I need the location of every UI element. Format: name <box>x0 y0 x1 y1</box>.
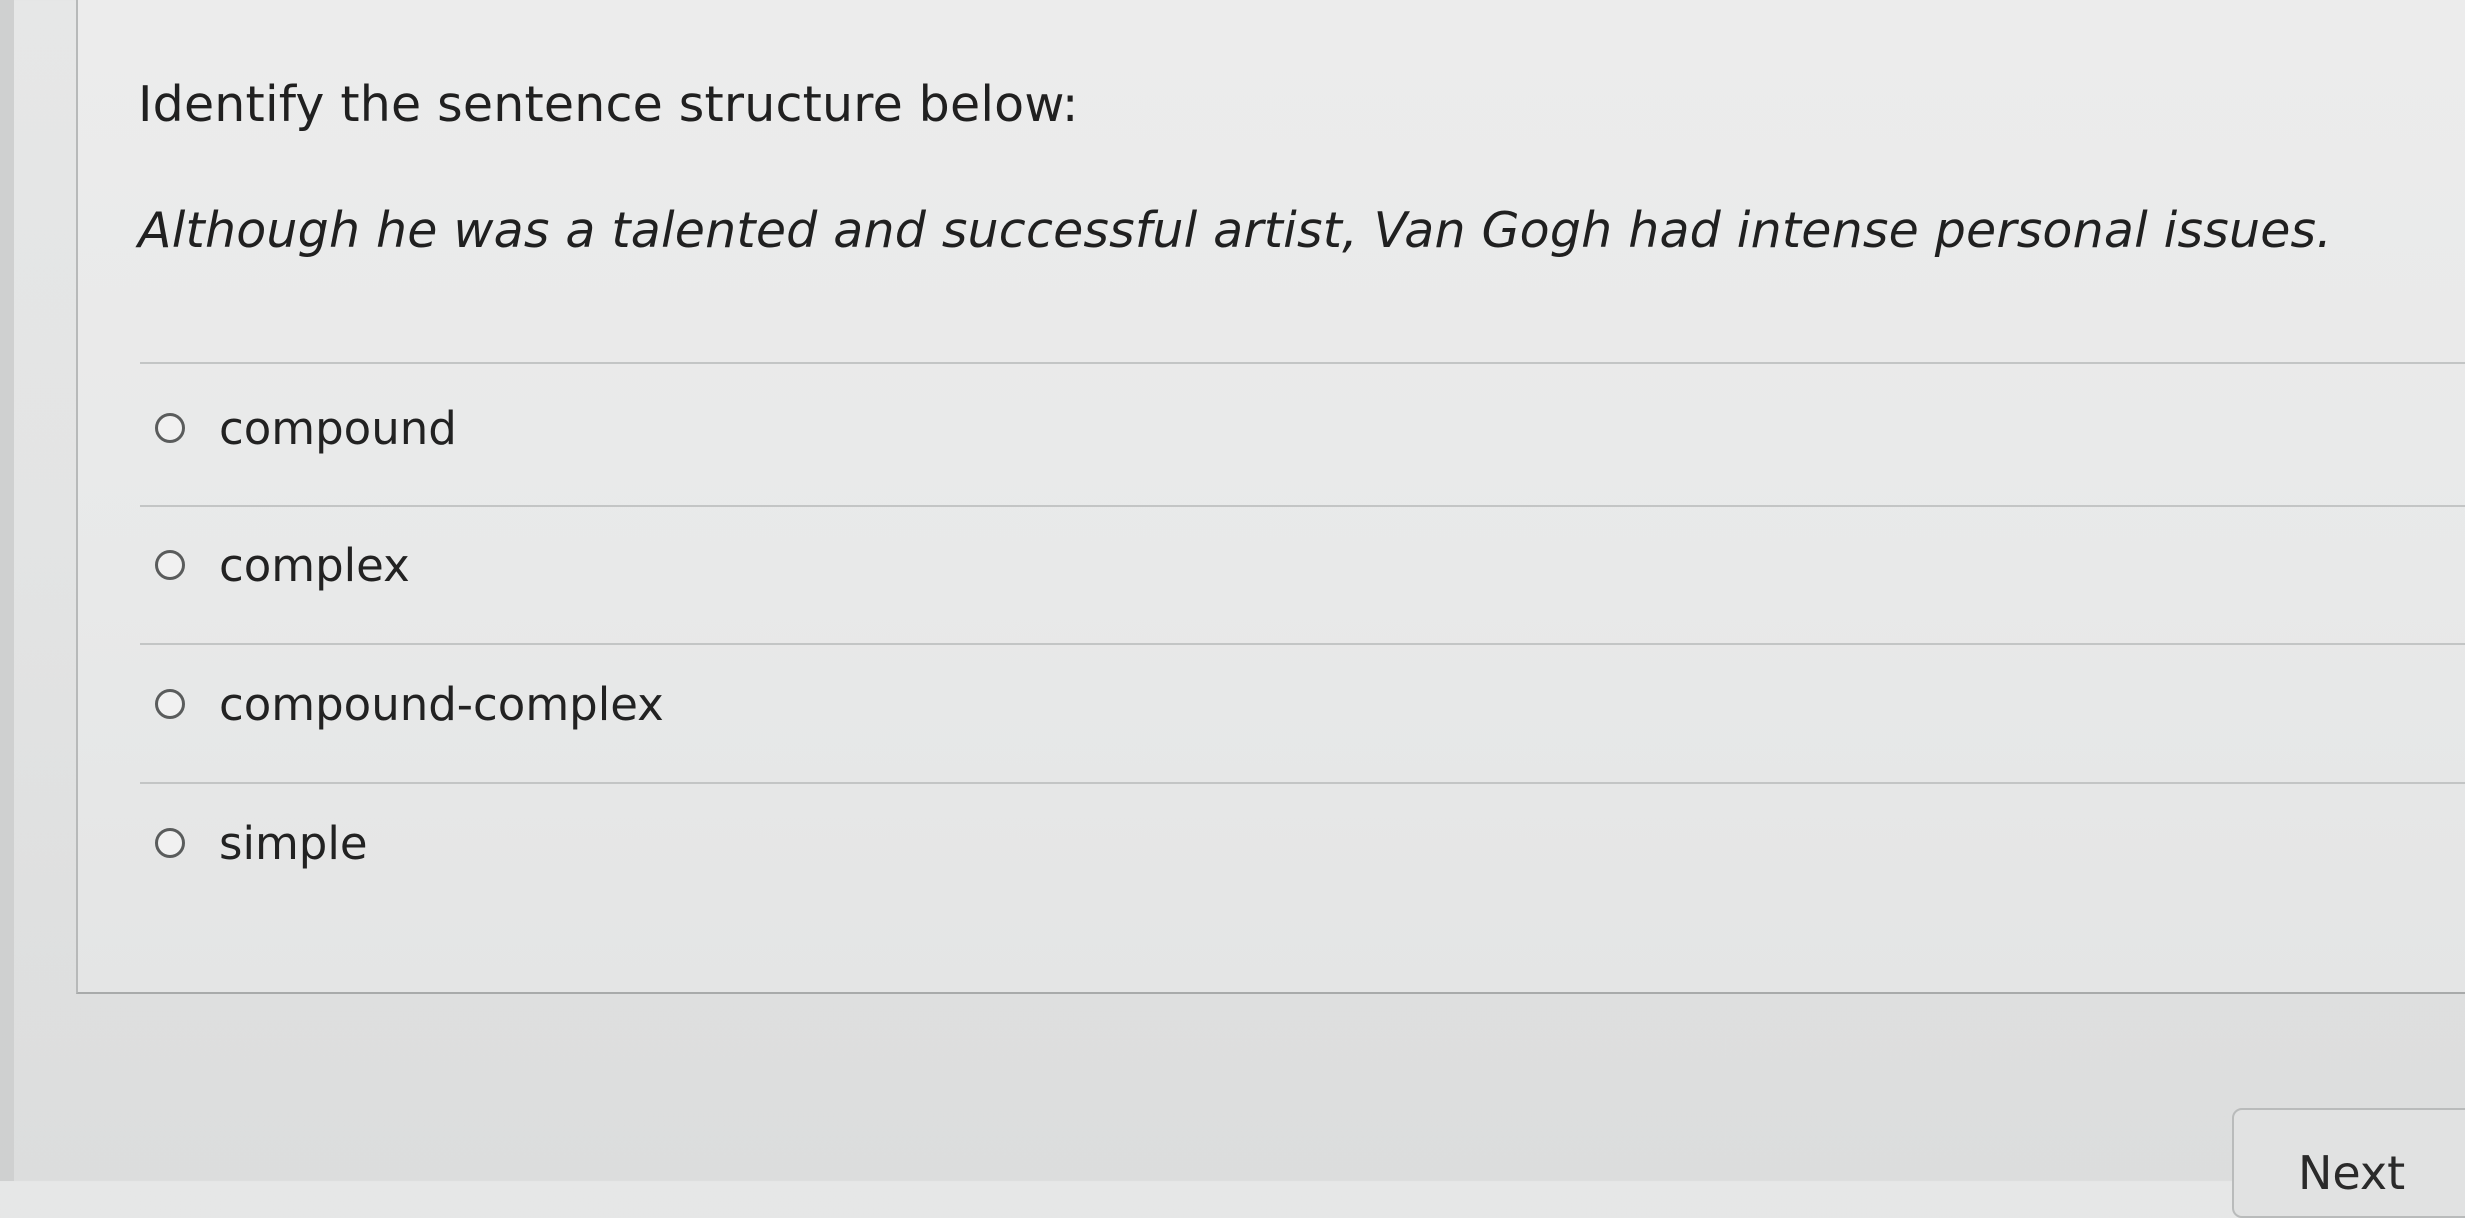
radio-button-icon[interactable] <box>155 413 185 443</box>
page-edge <box>0 0 14 1181</box>
answer-label: compound-complex <box>219 677 664 731</box>
next-button[interactable]: Next <box>2232 1108 2465 1218</box>
radio-button-icon[interactable] <box>155 550 185 580</box>
radio-button-icon[interactable] <box>155 828 185 858</box>
answer-divider <box>140 782 2465 784</box>
question-sentence: Although he was a talented and successfu… <box>138 202 2333 259</box>
answer-label: complex <box>219 538 410 592</box>
answer-divider <box>140 362 2465 364</box>
answer-label: simple <box>219 816 368 870</box>
answer-label: compound <box>219 401 457 455</box>
answer-choice-simple[interactable]: simple <box>155 813 368 873</box>
answer-divider <box>140 505 2465 507</box>
radio-button-icon[interactable] <box>155 689 185 719</box>
answer-divider <box>140 643 2465 645</box>
question-prompt: Identify the sentence structure below: <box>138 76 1079 133</box>
answer-choice-complex[interactable]: complex <box>155 535 410 595</box>
answer-choice-compound[interactable]: compound <box>155 398 457 458</box>
question-card <box>76 0 2465 994</box>
answer-choice-compound-complex[interactable]: compound-complex <box>155 674 664 734</box>
